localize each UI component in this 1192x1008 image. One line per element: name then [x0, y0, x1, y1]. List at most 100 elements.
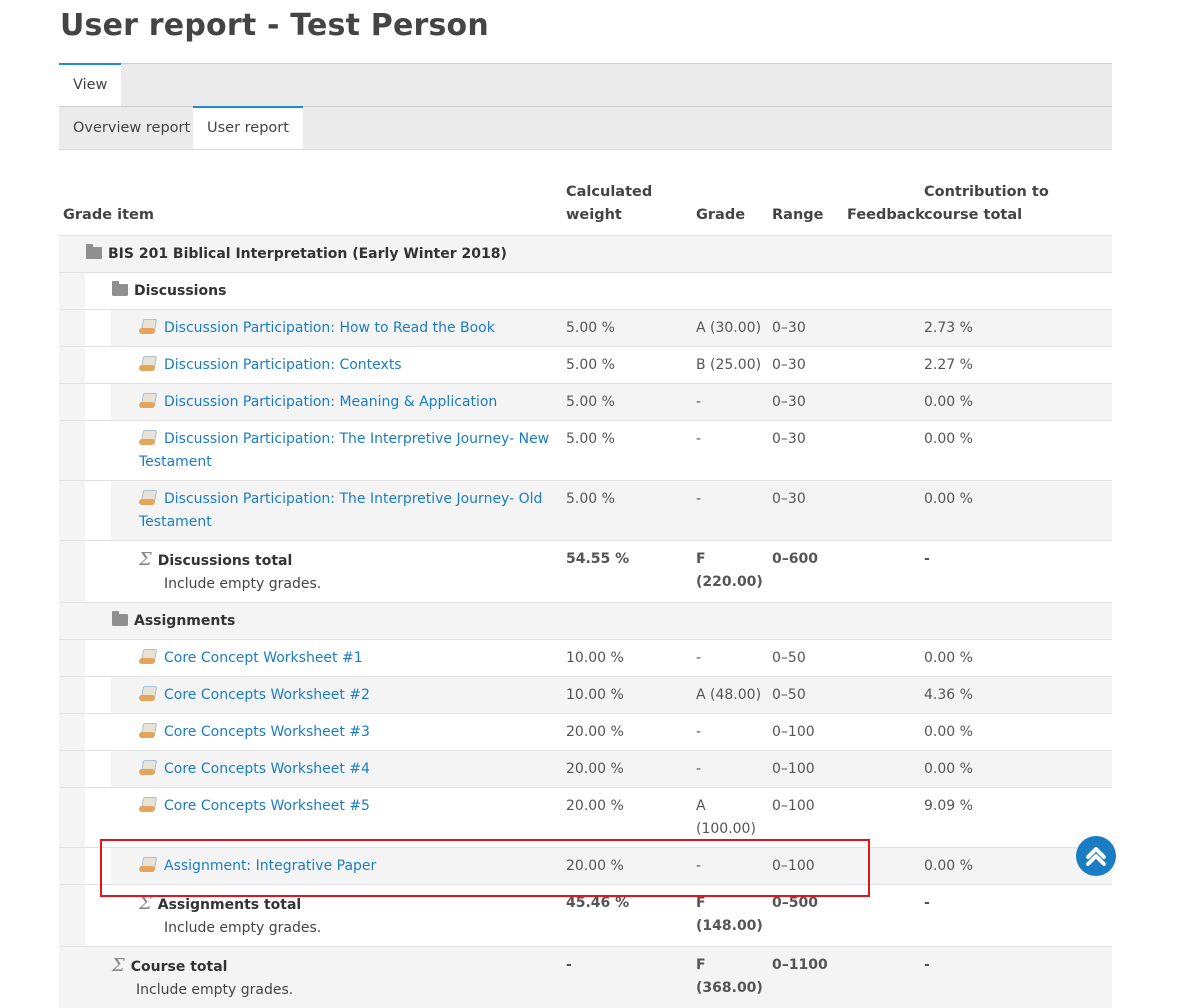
tab-view[interactable]: View	[59, 63, 121, 106]
range-cell: 0–30	[768, 421, 843, 481]
grade-item-link[interactable]: Assignment: Integrative Paper	[164, 858, 376, 874]
grade-item-link[interactable]: Core Concepts Worksheet #2	[164, 687, 370, 703]
feedback-cell	[843, 788, 920, 848]
grade-item-link[interactable]: Discussion Participation: The Interpreti…	[139, 491, 542, 530]
grade-cell: F(220.00)	[692, 541, 768, 603]
grade-cell: A (100.00)	[692, 788, 768, 848]
col-contribution: Contribution to course total	[920, 179, 1112, 236]
range-cell: 0–100	[768, 788, 843, 848]
table-row: Discussion Participation: Contexts 5.00 …	[59, 347, 1112, 384]
grade-value: (220.00)	[696, 571, 764, 594]
table-header-row: Grade item Calculated weight Grade Range…	[59, 179, 1112, 236]
grade-cell: -	[692, 481, 768, 541]
table-row: Core Concepts Worksheet #4 20.00 % - 0–1…	[59, 751, 1112, 788]
feedback-cell	[843, 640, 920, 677]
weight-cell: 54.55 %	[562, 541, 692, 603]
grade-item-link[interactable]: Discussion Participation: Contexts	[164, 357, 402, 373]
grade-cell: F(368.00)	[692, 947, 768, 1008]
forum-icon	[139, 356, 157, 372]
total-note: Include empty grades.	[139, 573, 558, 596]
range-cell: 0–1100	[768, 947, 843, 1008]
col-calculated-weight: Calculated weight	[562, 179, 692, 236]
weight-cell: 5.00 %	[562, 421, 692, 481]
range-cell: 0–50	[768, 640, 843, 677]
range-cell: 0–600	[768, 541, 843, 603]
grade-item-link[interactable]: Core Concepts Worksheet #5	[164, 798, 370, 814]
table-row: Assignment: Integrative Paper 20.00 % - …	[59, 848, 1112, 885]
category-label-discussions: Discussions	[134, 283, 226, 299]
total-label: Discussions total	[158, 553, 293, 569]
grade-item-link[interactable]: Core Concepts Worksheet #4	[164, 761, 370, 777]
grade-letter: F	[696, 954, 764, 977]
grade-value: (368.00)	[696, 977, 764, 1000]
contribution-cell: 2.27 %	[920, 347, 1112, 384]
feedback-cell	[843, 751, 920, 788]
tab-row-primary: View	[59, 63, 1112, 107]
weight-cell: 5.00 %	[562, 384, 692, 421]
grade-item-link[interactable]: Core Concept Worksheet #1	[164, 650, 363, 666]
contribution-cell: -	[920, 947, 1112, 1008]
grade-table: Grade item Calculated weight Grade Range…	[59, 179, 1112, 1008]
contribution-cell: -	[920, 885, 1112, 947]
weight-cell: 10.00 %	[562, 677, 692, 714]
table-row: Core Concepts Worksheet #5 20.00 % A (10…	[59, 788, 1112, 848]
table-row: Core Concepts Worksheet #3 20.00 % - 0–1…	[59, 714, 1112, 751]
range-cell: 0–100	[768, 751, 843, 788]
tab-overview-report[interactable]: Overview report	[59, 106, 204, 149]
forum-icon	[139, 490, 157, 506]
table-row: Discussion Participation: Meaning & Appl…	[59, 384, 1112, 421]
grade-item-link[interactable]: Core Concepts Worksheet #3	[164, 724, 370, 740]
total-note: Include empty grades.	[139, 917, 558, 940]
folder-icon	[112, 284, 128, 296]
feedback-cell	[843, 885, 920, 947]
grade-cell: -	[692, 751, 768, 788]
table-row: Discussion Participation: The Interpreti…	[59, 481, 1112, 541]
weight-cell: 5.00 %	[562, 310, 692, 347]
feedback-cell	[843, 677, 920, 714]
grade-item-link[interactable]: Discussion Participation: The Interpreti…	[139, 431, 549, 470]
range-cell: 0–30	[768, 384, 843, 421]
contribution-cell: -	[920, 541, 1112, 603]
assignment-icon	[139, 649, 157, 665]
feedback-cell	[843, 947, 920, 1008]
contribution-cell: 0.00 %	[920, 751, 1112, 788]
back-to-top-button[interactable]	[1076, 836, 1116, 876]
feedback-cell	[843, 481, 920, 541]
weight-cell: 20.00 %	[562, 848, 692, 885]
tab-user-report[interactable]: User report	[193, 106, 303, 149]
grade-cell: -	[692, 421, 768, 481]
feedback-cell	[843, 384, 920, 421]
sigma-icon: Σ	[112, 955, 125, 976]
contribution-cell: 0.00 %	[920, 384, 1112, 421]
range-cell: 0–500	[768, 885, 843, 947]
contribution-cell: 0.00 %	[920, 640, 1112, 677]
weight-cell: 20.00 %	[562, 714, 692, 751]
contribution-cell: 0.00 %	[920, 481, 1112, 541]
contribution-cell: 2.73 %	[920, 310, 1112, 347]
category-row-discussions: Discussions	[59, 273, 1112, 310]
forum-icon	[139, 430, 157, 446]
table-row: Core Concept Worksheet #1 10.00 % - 0–50…	[59, 640, 1112, 677]
forum-icon	[139, 319, 157, 335]
weight-cell: 5.00 %	[562, 347, 692, 384]
category-total-row: ΣAssignments total Include empty grades.…	[59, 885, 1112, 947]
tab-row-secondary: Overview report User report	[59, 107, 1112, 150]
grade-value: (148.00)	[696, 915, 764, 938]
range-cell: 0–50	[768, 677, 843, 714]
grade-item-link[interactable]: Discussion Participation: How to Read th…	[164, 320, 495, 336]
grade-cell: -	[692, 714, 768, 751]
grade-cell: A (30.00)	[692, 310, 768, 347]
grade-cell: -	[692, 640, 768, 677]
contribution-cell: 0.00 %	[920, 714, 1112, 751]
range-cell: 0–100	[768, 714, 843, 751]
weight-cell: 10.00 %	[562, 640, 692, 677]
table-row: Core Concepts Worksheet #2 10.00 % A (48…	[59, 677, 1112, 714]
forum-icon	[139, 393, 157, 409]
grade-cell: F(148.00)	[692, 885, 768, 947]
feedback-cell	[843, 541, 920, 603]
assignment-icon	[139, 797, 157, 813]
assignment-icon	[139, 723, 157, 739]
grade-item-link[interactable]: Discussion Participation: Meaning & Appl…	[164, 394, 497, 410]
weight-cell: 5.00 %	[562, 481, 692, 541]
table-row: Discussion Participation: How to Read th…	[59, 310, 1112, 347]
